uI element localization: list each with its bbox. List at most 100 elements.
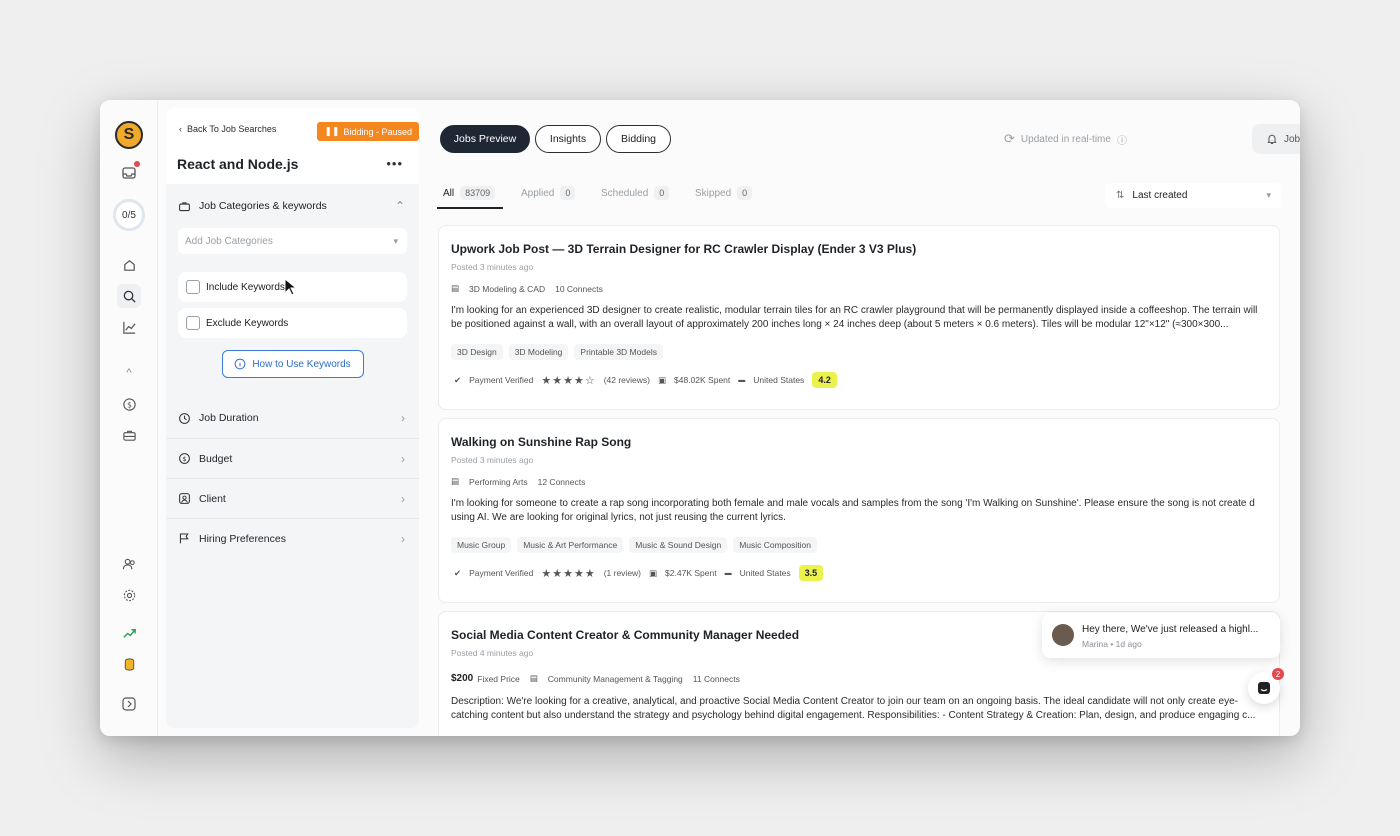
coins-icon[interactable] [117, 652, 141, 676]
job-card[interactable]: Walking on Sunshine Rap Song Posted 3 mi… [438, 418, 1280, 603]
job-price: $200 [451, 673, 474, 684]
expand-icon[interactable] [117, 692, 141, 716]
bidding-status-label: Bidding - Paused [343, 126, 412, 137]
info-icon [234, 358, 246, 370]
chevron-up-icon: ⌃ [394, 199, 405, 213]
section-label: Client [199, 492, 226, 505]
dollar-icon: ▣ [658, 374, 667, 385]
active-subtab-underline [437, 207, 503, 209]
chevron-right-icon: › [401, 491, 405, 506]
subtab-all[interactable]: All 83709 [443, 186, 496, 200]
skill-tag[interactable]: Music & Sound Design [629, 537, 728, 553]
search-title: React and Node.js [177, 156, 299, 172]
section-label: Hiring Preferences [199, 532, 286, 545]
how-to-label: How to Use Keywords [252, 358, 351, 370]
subtab-label: All [443, 187, 455, 199]
job-title[interactable]: Social Media Content Creator & Community… [451, 628, 799, 642]
skill-tag[interactable]: Music & Art Performance [517, 537, 624, 553]
rating-stars: ★★★★☆ [541, 374, 596, 387]
reviews-count: (1 review) [603, 568, 642, 578]
flag-icon: ▬ [724, 569, 732, 577]
update-status: ⟳ Updated in real-time ⓘ [1004, 131, 1127, 147]
subtab-scheduled[interactable]: Scheduled 0 [601, 186, 670, 200]
rating-stars: ★★★★★ [541, 567, 596, 580]
briefcase-icon [179, 201, 190, 211]
job-title[interactable]: Upwork Job Post — 3D Terrain Designer fo… [451, 242, 916, 256]
skill-tag[interactable]: Music Group [451, 537, 512, 553]
inbox-icon[interactable] [117, 161, 141, 185]
job-title[interactable]: Walking on Sunshine Rap Song [451, 435, 631, 449]
client-country: United States [739, 568, 791, 578]
trending-icon[interactable] [117, 621, 141, 645]
tab-insights[interactable]: Insights [535, 125, 601, 153]
jobs-notifications-button[interactable]: Jobs Notifications [1252, 124, 1300, 154]
chart-icon[interactable] [117, 315, 141, 339]
include-keywords-checkbox[interactable] [186, 280, 200, 294]
job-meta: ▤ 3D Modeling & CAD 10 Connects [451, 283, 603, 294]
cursor-icon [284, 278, 296, 296]
refresh-icon: ⟳ [1004, 131, 1015, 146]
logo[interactable]: S [115, 121, 143, 149]
skill-tag[interactable]: Printable 3D Models [574, 344, 663, 360]
filter-panel: ‹ Back To Job Searches ❚❚ Bidding - Paus… [166, 108, 419, 728]
tab-jobs-preview[interactable]: Jobs Preview [440, 125, 530, 153]
back-link[interactable]: ‹ Back To Job Searches [179, 124, 276, 134]
chevron-up-icon[interactable]: ^ [117, 361, 141, 385]
job-meta: ▤ Performing Arts 12 Connects [451, 476, 585, 487]
job-posted: Posted 3 minutes ago [451, 455, 534, 465]
section-job-categories[interactable]: Job Categories & keywords ⌃ [166, 186, 419, 226]
chat-preview[interactable]: Hey there, We've just released a highl..… [1042, 613, 1280, 658]
users-icon[interactable] [117, 552, 141, 576]
subtab-skipped[interactable]: Skipped 0 [695, 186, 753, 200]
skill-tag[interactable]: Music Composition [733, 537, 818, 553]
dollar-icon: ▣ [649, 567, 658, 578]
sort-select[interactable]: ⇅ Last created ▾ [1105, 183, 1281, 208]
bidding-status-badge[interactable]: ❚❚ Bidding - Paused [317, 122, 419, 141]
section-budget[interactable]: $ Budget › [166, 438, 419, 478]
exclude-keywords-checkbox[interactable] [186, 316, 200, 330]
chat-sender: Marina • 1d ago [1082, 639, 1142, 649]
chat-launcher-button[interactable]: 2 [1248, 668, 1284, 704]
subtab-label: Skipped [695, 187, 732, 199]
tab-bidding[interactable]: Bidding [606, 125, 671, 153]
job-description: I'm looking for an experienced 3D design… [451, 305, 1258, 330]
job-connects: 10 Connects [555, 283, 603, 294]
client-spent: $2.47K Spent [665, 568, 717, 578]
briefcase-icon[interactable] [117, 423, 141, 447]
sort-icon: ⇅ [1116, 190, 1125, 201]
job-connects: 12 Connects [537, 476, 586, 487]
dollar-icon[interactable]: $ [117, 392, 141, 416]
job-meta: $200 Fixed Price ▤ Community Management … [451, 673, 740, 684]
svg-text:$: $ [182, 455, 186, 463]
subtab-count: 0 [737, 186, 753, 200]
more-options-icon[interactable]: ••• [386, 156, 403, 171]
exclude-keywords-row[interactable]: Exclude Keywords [178, 308, 407, 338]
job-price-type: Fixed Price [477, 673, 520, 684]
home-icon[interactable] [117, 253, 141, 277]
job-card[interactable]: Upwork Job Post — 3D Terrain Designer fo… [438, 225, 1280, 410]
skill-tag[interactable]: 3D Modeling [508, 344, 569, 360]
chevron-right-icon: › [401, 411, 405, 425]
subtab-count: 0 [560, 186, 576, 200]
notifications-label: Jobs Notifications [1284, 133, 1300, 145]
progress-indicator[interactable]: 0/5 [113, 199, 145, 231]
back-label: Back To Job Searches [187, 124, 277, 134]
chevron-right-icon: › [401, 451, 405, 466]
section-job-duration[interactable]: Job Duration › [166, 398, 419, 438]
job-category: 3D Modeling & CAD [469, 283, 546, 294]
section-hiring-preferences[interactable]: Hiring Preferences › [166, 518, 419, 558]
gear-icon[interactable] [117, 583, 141, 607]
verified-icon: ✔ [454, 374, 462, 385]
skill-tag[interactable]: 3D Design [451, 344, 503, 360]
section-label: Job Categories & keywords [199, 200, 327, 212]
info-icon[interactable]: ⓘ [1117, 132, 1127, 147]
subtab-applied[interactable]: Applied 0 [521, 186, 576, 200]
job-categories-select[interactable]: Add Job Categories ▾ [178, 228, 407, 254]
reviews-count: (42 reviews) [603, 375, 650, 385]
search-icon[interactable] [117, 284, 141, 308]
how-to-use-keywords-button[interactable]: How to Use Keywords [221, 350, 364, 378]
match-score: 3.5 [798, 565, 824, 581]
section-client[interactable]: Client › [166, 478, 419, 518]
subtab-count: 0 [654, 186, 670, 200]
client-spent: $48.02K Spent [674, 375, 731, 385]
